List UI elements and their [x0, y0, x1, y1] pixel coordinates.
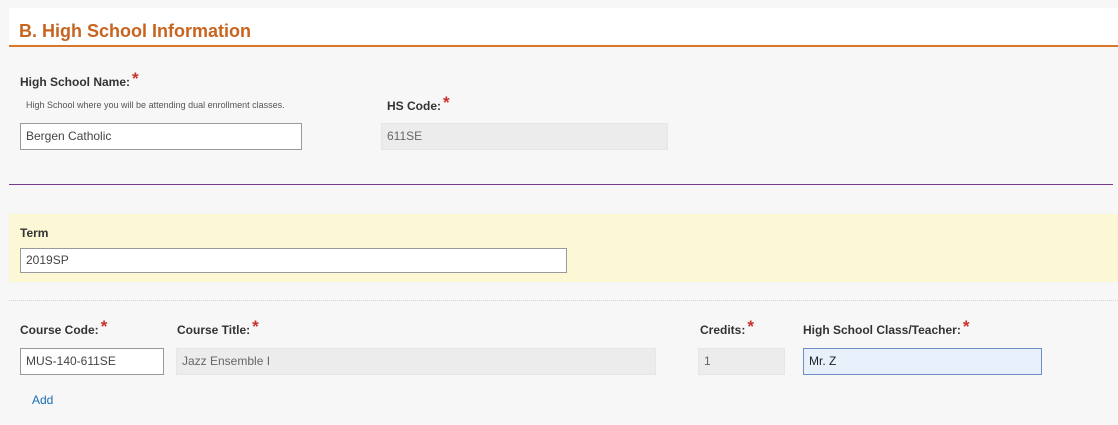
course-code-label: Course Code: *	[20, 317, 108, 339]
course-code-input[interactable]: MUS-140-611SE	[20, 348, 164, 375]
course-code-label-text: Course Code:	[20, 323, 99, 337]
add-course-link[interactable]: Add	[32, 393, 53, 407]
section-header: B. High School Information	[9, 8, 1118, 47]
required-marker: *	[443, 93, 450, 112]
section-title: B. High School Information	[19, 21, 251, 41]
required-marker: *	[252, 317, 259, 336]
high-school-name-input[interactable]: Bergen Catholic	[20, 123, 302, 150]
course-title-label-text: Course Title:	[177, 323, 251, 337]
course-title-label: Course Title: *	[177, 317, 259, 339]
required-marker: *	[132, 69, 139, 88]
hs-code-label-text: HS Code:	[387, 99, 441, 113]
high-school-name-label: High School Name: *	[20, 69, 139, 91]
credits-label-text: Credits:	[700, 323, 746, 337]
section-divider	[9, 184, 1113, 185]
required-marker: *	[747, 317, 754, 336]
high-school-name-hint: High School where you will be attending …	[26, 100, 285, 110]
required-marker: *	[100, 317, 108, 336]
term-input[interactable]: 2019SP	[20, 248, 567, 273]
teacher-label: High School Class/Teacher: *	[803, 317, 970, 339]
teacher-input[interactable]: Mr. Z	[803, 348, 1042, 375]
high-school-name-label-text: High School Name:	[20, 75, 131, 89]
hs-code-field: 611SE	[381, 123, 668, 150]
credits-field: 1	[698, 348, 785, 375]
credits-label: Credits: *	[700, 317, 754, 339]
course-separator	[9, 300, 1118, 301]
hs-code-label: HS Code: *	[387, 93, 450, 115]
term-label: Term	[20, 226, 49, 240]
required-marker: *	[962, 317, 970, 336]
teacher-label-text: High School Class/Teacher:	[803, 323, 961, 337]
course-title-field: Jazz Ensemble I	[176, 348, 656, 375]
